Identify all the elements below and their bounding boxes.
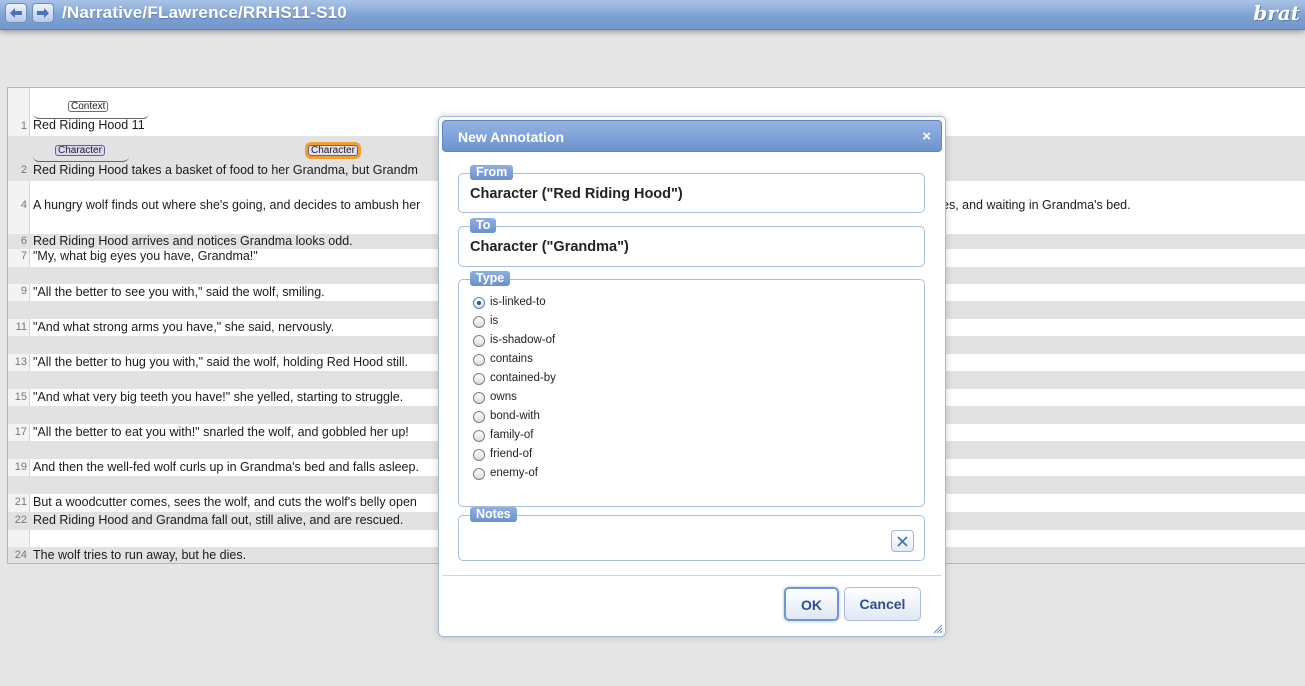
close-icon xyxy=(897,536,908,547)
line-number: 13 xyxy=(14,356,27,368)
line-text[interactable]: And then the well-fed wolf curls up in G… xyxy=(33,460,419,474)
line-text[interactable]: The wolf tries to run away, but he dies. xyxy=(33,548,246,562)
line-number: 9 xyxy=(20,285,27,297)
close-icon[interactable]: × xyxy=(922,128,931,145)
notes-legend: Notes xyxy=(470,507,517,522)
line-text[interactable]: "My, what big eyes you have, Grandma!" xyxy=(33,249,258,263)
document-path[interactable]: /Narrative/FLawrence/RRHS11-S10 xyxy=(62,3,347,23)
span-bracket xyxy=(33,156,129,162)
from-value: Character ("Red Riding Hood") xyxy=(470,186,683,202)
line-text[interactable]: Red Riding Hood and Grandma fall out, st… xyxy=(33,513,403,527)
back-button[interactable] xyxy=(5,3,27,23)
context-annotation-label[interactable]: Context xyxy=(68,101,109,112)
forward-button[interactable] xyxy=(32,3,54,23)
radio-label[interactable]: contained-by xyxy=(490,372,556,384)
to-fieldset: To Character ("Grandma") xyxy=(458,218,925,267)
line-number: 4 xyxy=(20,199,27,211)
radio-label[interactable]: friend-of xyxy=(490,448,532,460)
radio-button[interactable] xyxy=(473,316,485,328)
radio-label[interactable]: enemy-of xyxy=(490,467,538,479)
radio-label[interactable]: family-of xyxy=(490,429,533,441)
line-text[interactable]: "And what very big teeth you have!" she … xyxy=(33,390,403,404)
radio-label[interactable]: is-linked-to xyxy=(490,296,546,308)
cancel-button[interactable]: Cancel xyxy=(844,587,921,621)
line-number: 15 xyxy=(14,391,27,403)
arrow-right-icon xyxy=(37,8,49,18)
radio-button[interactable] xyxy=(473,468,485,480)
radio-label[interactable]: contains xyxy=(490,353,533,365)
line-text[interactable]: Red Riding Hood 11 xyxy=(33,118,145,132)
from-fieldset: From Character ("Red Riding Hood") xyxy=(458,165,925,213)
to-value: Character ("Grandma") xyxy=(470,239,629,255)
notes-clear-button[interactable] xyxy=(891,530,914,552)
from-legend: From xyxy=(470,165,514,180)
line-text[interactable]: Red Riding Hood takes a basket of food t… xyxy=(33,163,418,177)
radio-button[interactable] xyxy=(473,297,485,309)
line-text[interactable]: Red Riding Hood arrives and notices Gran… xyxy=(33,234,353,248)
line-text[interactable]: But a woodcutter comes, sees the wolf, a… xyxy=(33,495,417,509)
line-number: 6 xyxy=(20,235,27,247)
line-number: 1 xyxy=(20,120,27,132)
dialog-divider xyxy=(442,575,942,576)
brat-logo: brat xyxy=(1253,1,1300,25)
new-annotation-dialog: New Annotation × From Character ("Red Ri… xyxy=(438,116,946,637)
line-number: 7 xyxy=(20,250,27,262)
line-number: 2 xyxy=(20,164,27,176)
radio-button[interactable] xyxy=(473,373,485,385)
radio-button[interactable] xyxy=(473,335,485,347)
line-number: 19 xyxy=(14,461,27,473)
line-number: 22 xyxy=(14,514,27,526)
type-legend: Type xyxy=(470,271,511,286)
type-fieldset: Type is-linked-to is is-shadow-of contai… xyxy=(458,271,925,507)
line-number: 17 xyxy=(14,426,27,438)
radio-label[interactable]: is-shadow-of xyxy=(490,334,555,346)
line-text[interactable]: A hungry wolf finds out where she's goin… xyxy=(33,198,420,212)
line-number: 21 xyxy=(14,496,27,508)
radio-label[interactable]: owns xyxy=(490,391,517,403)
radio-label[interactable]: is xyxy=(490,315,498,327)
resize-grip-icon[interactable] xyxy=(933,624,943,634)
radio-button[interactable] xyxy=(473,411,485,423)
line-number: 11 xyxy=(15,321,27,333)
character-annotation-label-selected[interactable]: Character xyxy=(308,145,358,156)
line-text-tail[interactable]: es, and waiting in Grandma's bed. xyxy=(942,198,1131,212)
radio-button[interactable] xyxy=(473,430,485,442)
dialog-title: New Annotation xyxy=(458,129,565,145)
radio-button[interactable] xyxy=(473,392,485,404)
character-annotation-label[interactable]: Character xyxy=(55,145,105,156)
line-text[interactable]: "All the better to eat you with!" snarle… xyxy=(33,425,409,439)
notes-input[interactable] xyxy=(467,528,877,548)
line-number: 24 xyxy=(14,549,27,561)
dialog-titlebar[interactable]: New Annotation × xyxy=(442,120,942,152)
line-text[interactable]: "And what strong arms you have," she sai… xyxy=(33,320,334,334)
radio-button[interactable] xyxy=(473,354,485,366)
ok-button[interactable]: OK xyxy=(784,587,839,621)
radio-label[interactable]: bond-with xyxy=(490,410,540,422)
arrow-left-icon xyxy=(10,8,22,18)
notes-fieldset: Notes xyxy=(458,507,925,561)
header-bar: /Narrative/FLawrence/RRHS11-S10 brat xyxy=(0,0,1305,30)
line-text[interactable]: "All the better to hug you with," said t… xyxy=(33,355,408,369)
to-legend: To xyxy=(470,218,497,233)
radio-button[interactable] xyxy=(473,449,485,461)
line-text[interactable]: "All the better to see you with," said t… xyxy=(33,285,325,299)
